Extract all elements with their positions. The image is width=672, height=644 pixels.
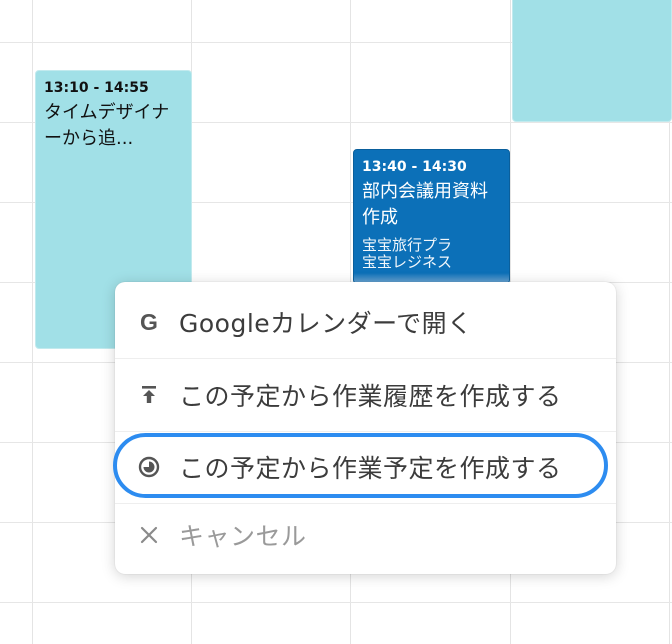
clock-icon <box>137 455 161 479</box>
close-icon <box>137 523 161 547</box>
event-title: タイムデザイナーから追... <box>44 102 170 149</box>
event-title: 部内会議用資料作成 <box>362 181 488 228</box>
menu-item-label: この予定から作業予定を作成する <box>179 454 562 483</box>
event-time: 13:40 - 14:30 <box>362 159 467 175</box>
calendar-event[interactable]: 13:40 - 14:30 部内会議用資料作成 宝宝旅行プラ 宝宝レジネス <box>353 149 510 284</box>
create-work-schedule-item[interactable]: この予定から作業予定を作成する <box>115 431 616 503</box>
upload-arrow-icon <box>137 383 161 407</box>
event-time: 13:10 - 14:55 <box>44 80 149 96</box>
grid-line <box>0 602 672 603</box>
grid-line <box>32 0 33 644</box>
cancel-item[interactable]: キャンセル <box>115 499 616 571</box>
context-menu: G Googleカレンダーで開く この予定から作業履歴を作成する この予定から作… <box>115 282 616 574</box>
menu-item-label: Googleカレンダーで開く <box>179 309 473 338</box>
event-description: 宝宝旅行プラ <box>362 236 453 254</box>
menu-item-label: キャンセル <box>179 522 307 551</box>
event-description: 宝宝レジネス <box>362 253 453 271</box>
open-in-google-calendar-item[interactable]: G Googleカレンダーで開く <box>115 286 616 358</box>
calendar-event[interactable] <box>512 0 672 122</box>
create-work-history-item[interactable]: この予定から作業履歴を作成する <box>115 359 616 431</box>
google-g-icon: G <box>140 308 158 335</box>
menu-item-label: この予定から作業履歴を作成する <box>179 382 562 411</box>
